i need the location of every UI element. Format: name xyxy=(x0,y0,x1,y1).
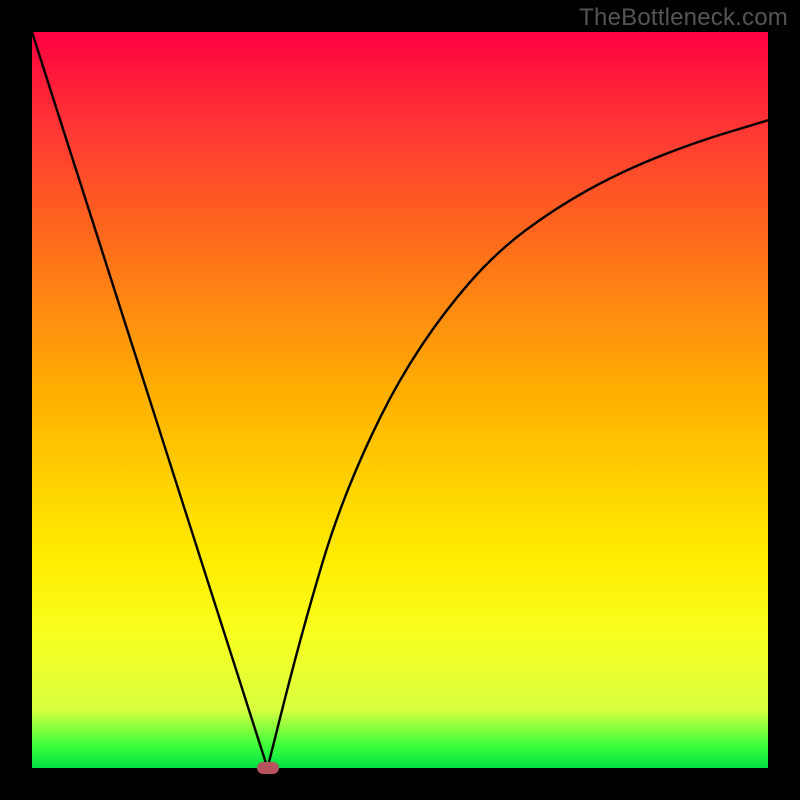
chart-frame: TheBottleneck.com xyxy=(0,0,800,800)
bottleneck-curve xyxy=(32,32,768,768)
watermark-text: TheBottleneck.com xyxy=(579,4,788,32)
plot-area xyxy=(32,32,768,768)
minimum-marker xyxy=(257,762,279,774)
